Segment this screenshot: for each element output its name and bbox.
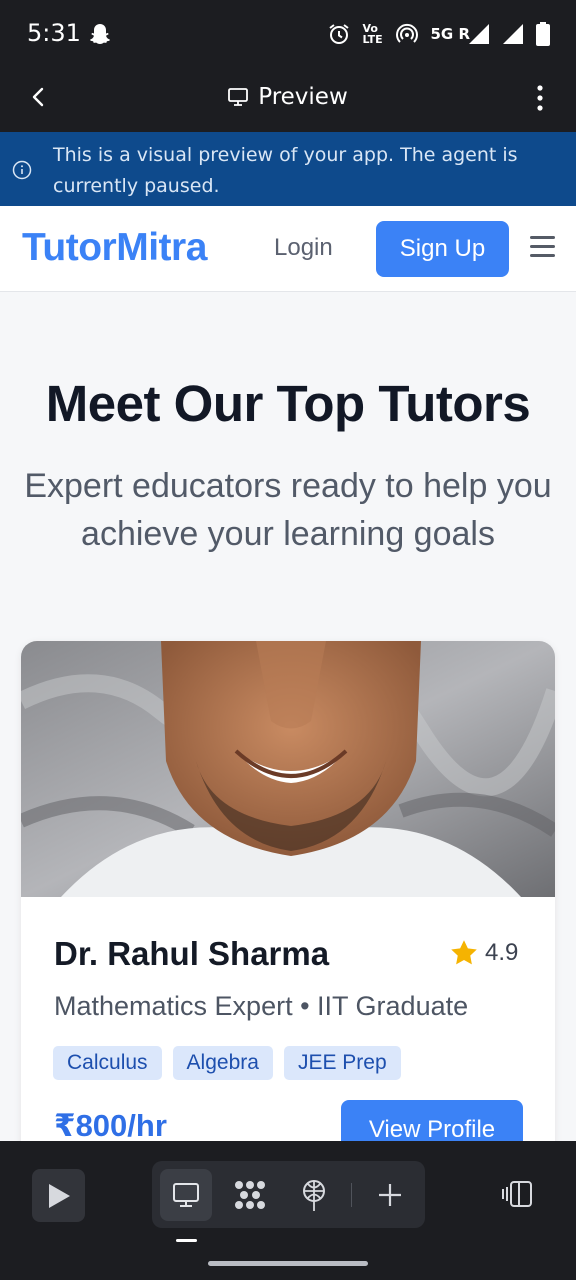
volte-indicator: Vo LTE xyxy=(362,22,383,46)
app-bar: Preview xyxy=(0,64,576,132)
snapchat-ghost-icon xyxy=(90,24,110,44)
signup-button[interactable]: Sign Up xyxy=(376,221,509,277)
preview-banner: This is a visual preview of your app. Th… xyxy=(0,132,576,206)
active-tab-indicator xyxy=(176,1239,197,1242)
deploy-icon xyxy=(303,1180,325,1211)
star-icon xyxy=(451,940,477,965)
add-icon xyxy=(379,1184,401,1206)
tutor-name: Dr. Rahul Sharma xyxy=(54,935,330,972)
preview-tab[interactable] xyxy=(160,1169,212,1221)
tutor-role: Mathematics Expert • IIT Graduate xyxy=(54,991,469,1021)
signal-icon xyxy=(503,24,523,44)
section-heading: Meet Our Top Tutors xyxy=(45,375,531,432)
site-navbar: TutorMitra Login Sign Up xyxy=(0,206,576,292)
tag-algebra: Algebra xyxy=(172,1046,273,1080)
tutor-photo xyxy=(21,641,555,897)
signal-icon xyxy=(469,24,489,44)
rating-value: 4.9 xyxy=(485,939,519,966)
add-tab-button[interactable] xyxy=(364,1169,416,1221)
info-icon xyxy=(12,160,32,180)
battery-icon xyxy=(536,22,550,46)
bottom-toolbar xyxy=(0,1141,576,1280)
app-title-group: Preview xyxy=(0,84,576,110)
hotspot-icon xyxy=(396,23,419,43)
tag-jee-prep: JEE Prep xyxy=(283,1046,401,1080)
preview-monitor-icon xyxy=(173,1183,199,1207)
status-icons: Vo LTE 5G R xyxy=(328,20,550,48)
play-button[interactable] xyxy=(32,1169,85,1222)
workflow-tab[interactable] xyxy=(224,1169,276,1221)
deploy-tab[interactable] xyxy=(288,1169,340,1221)
login-link[interactable]: Login xyxy=(274,234,333,262)
web-preview: TutorMitra Login Sign Up Meet Our Top Tu… xyxy=(0,206,576,1141)
panel-toggle-icon[interactable] xyxy=(500,1179,534,1209)
play-icon xyxy=(48,1183,70,1208)
status-bar: 5:31 Vo LTE 5G R xyxy=(0,0,576,64)
tutor-tags: Calculus Algebra JEE Prep xyxy=(53,1046,401,1080)
alarm-icon xyxy=(329,24,350,44)
kebab-menu-icon[interactable] xyxy=(534,84,546,112)
tag-calculus: Calculus xyxy=(53,1046,162,1080)
app-title: Preview xyxy=(258,84,348,110)
gesture-home-bar[interactable] xyxy=(208,1261,368,1266)
view-switcher xyxy=(152,1161,425,1228)
network-type: 5G R xyxy=(430,24,470,43)
tutor-price: ₹800/hr xyxy=(54,1108,167,1141)
tutor-card[interactable]: Dr. Rahul Sharma 4.9 Mathematics Expert … xyxy=(21,641,555,1141)
banner-message: This is a visual preview of your app. Th… xyxy=(53,144,518,197)
status-time: 5:31 xyxy=(27,19,81,47)
section-subheading: Expert educators ready to help you achie… xyxy=(24,467,552,553)
workflow-icon xyxy=(235,1181,265,1209)
site-logo[interactable]: TutorMitra xyxy=(22,226,207,270)
toolbar-divider xyxy=(351,1183,352,1207)
hamburger-icon[interactable] xyxy=(530,236,555,258)
monitor-icon xyxy=(228,88,249,106)
view-profile-button[interactable]: View Profile xyxy=(341,1100,523,1141)
tutor-rating: 4.9 xyxy=(449,938,518,968)
